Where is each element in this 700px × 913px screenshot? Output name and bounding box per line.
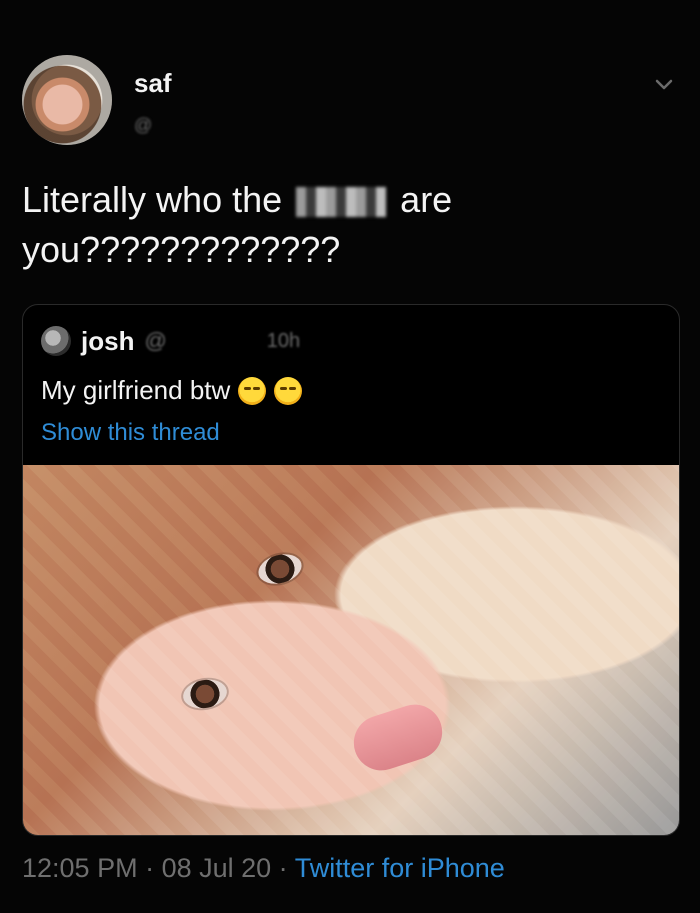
relieved-face-icon	[238, 376, 267, 405]
meta-separator: ·	[271, 853, 295, 883]
tweet-text: Literally who the are you?????????????	[22, 175, 662, 275]
show-this-thread-link[interactable]: Show this thread	[41, 419, 220, 447]
quoted-tweet-header: josh @ 10h	[41, 323, 300, 359]
photo-lips	[346, 697, 450, 778]
quoted-tweet-text: My girlfriend btw	[41, 375, 303, 406]
quoted-author-avatar[interactable]	[41, 326, 71, 356]
quoted-tweet-text-label: My girlfriend btw	[41, 375, 231, 405]
quoted-author-name[interactable]: josh	[81, 326, 134, 357]
tweet-time: 12:05 PM	[22, 853, 138, 883]
tweet-text-line1-after: are	[400, 179, 453, 220]
meta-separator: ·	[137, 853, 162, 883]
tweet-source-link[interactable]: Twitter for iPhone	[295, 853, 505, 883]
quoted-author-handle[interactable]: @	[144, 328, 166, 354]
relieved-face-icon	[274, 376, 303, 405]
tweet-text-line1-before: Literally who the	[22, 179, 283, 220]
quoted-tweet[interactable]: josh @ 10h My girlfriend btw Show this t…	[22, 304, 680, 836]
photo-eye	[255, 549, 305, 589]
author-handle[interactable]: @	[134, 115, 153, 136]
quoted-tweet-photo[interactable]	[23, 465, 679, 835]
censored-word	[296, 187, 387, 218]
author-avatar[interactable]	[22, 55, 112, 145]
tweet-date: 08 Jul 20	[161, 853, 272, 883]
tweet-meta: 12:05 PM · 08 Jul 20 · Twitter for iPhon…	[22, 853, 505, 884]
quoted-tweet-time: 10h	[266, 329, 301, 352]
author-name[interactable]: saf	[134, 68, 172, 99]
tweet-text-line2: you?????????????	[22, 229, 341, 270]
photo-eye	[180, 676, 230, 712]
chevron-down-icon[interactable]	[652, 72, 676, 96]
